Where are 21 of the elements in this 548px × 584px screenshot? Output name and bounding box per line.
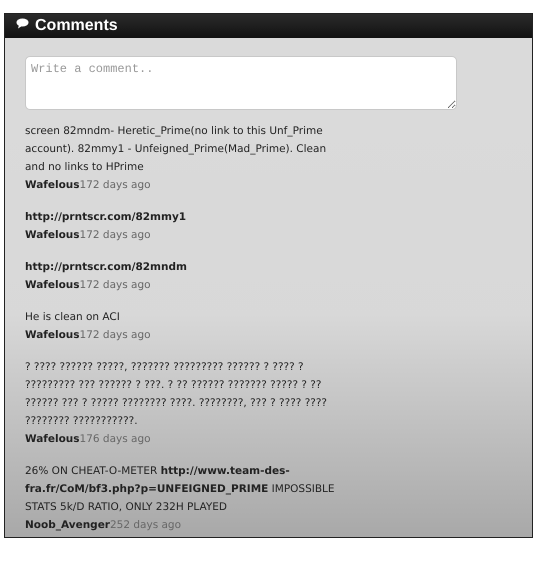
comment-link[interactable]: http://prntscr.com/82mmy1 <box>25 208 335 226</box>
comment-author[interactable]: Wafelous <box>25 433 80 445</box>
comment-author[interactable]: Wafelous <box>25 279 80 291</box>
comment-time: 172 days ago <box>80 179 151 191</box>
comment-time: 172 days ago <box>80 229 151 241</box>
comment-link[interactable]: http://prntscr.com/82mndm <box>25 258 335 276</box>
comment-author[interactable]: Noob_Avenger <box>25 519 110 531</box>
comment-text: 26% ON CHEAT-O-METER http://www.team-des-fra.fr/CoM/bf3.php?p=UNFEIGNED_PRIME IMPOSSIBLE STATS 5k/D RATIO, ONLY 232H PLAYED <box>25 464 335 515</box>
comment-text: ? ???? ?????? ?????, ??????? ????????? ?????? ? ???? ? ????????? ??? ?????? ? ???. ? ?? ?????? ??????? ????? ? ?? ?????? ??? ? ????? ???????? ????. ????????, ??? ? ???? ???? ???????? ???????????. <box>25 360 328 429</box>
comment-time: 252 days ago <box>110 519 182 531</box>
comment-field[interactable]: Write a comment.. <box>25 56 457 110</box>
comment-text: screen 82mndm- Heretic_Prime(no link to this Unf_Prime account). 82mmy1 - Unfeigned_Prime(Mad_Prime). Clean and no links to HPrime <box>25 124 328 175</box>
comment-author[interactable]: Wafelous <box>25 229 80 241</box>
comment-text: He is clean on ACI <box>25 310 121 325</box>
comment-author[interactable]: Wafelous <box>25 329 80 341</box>
panel-title: Comments <box>35 17 118 35</box>
comment-time: 172 days ago <box>80 329 151 341</box>
speech-bubble-icon <box>16 18 29 29</box>
comment-time: 172 days ago <box>80 279 151 291</box>
comment-author[interactable]: Wafelous <box>25 179 80 191</box>
comment-time: 176 days ago <box>80 433 151 445</box>
